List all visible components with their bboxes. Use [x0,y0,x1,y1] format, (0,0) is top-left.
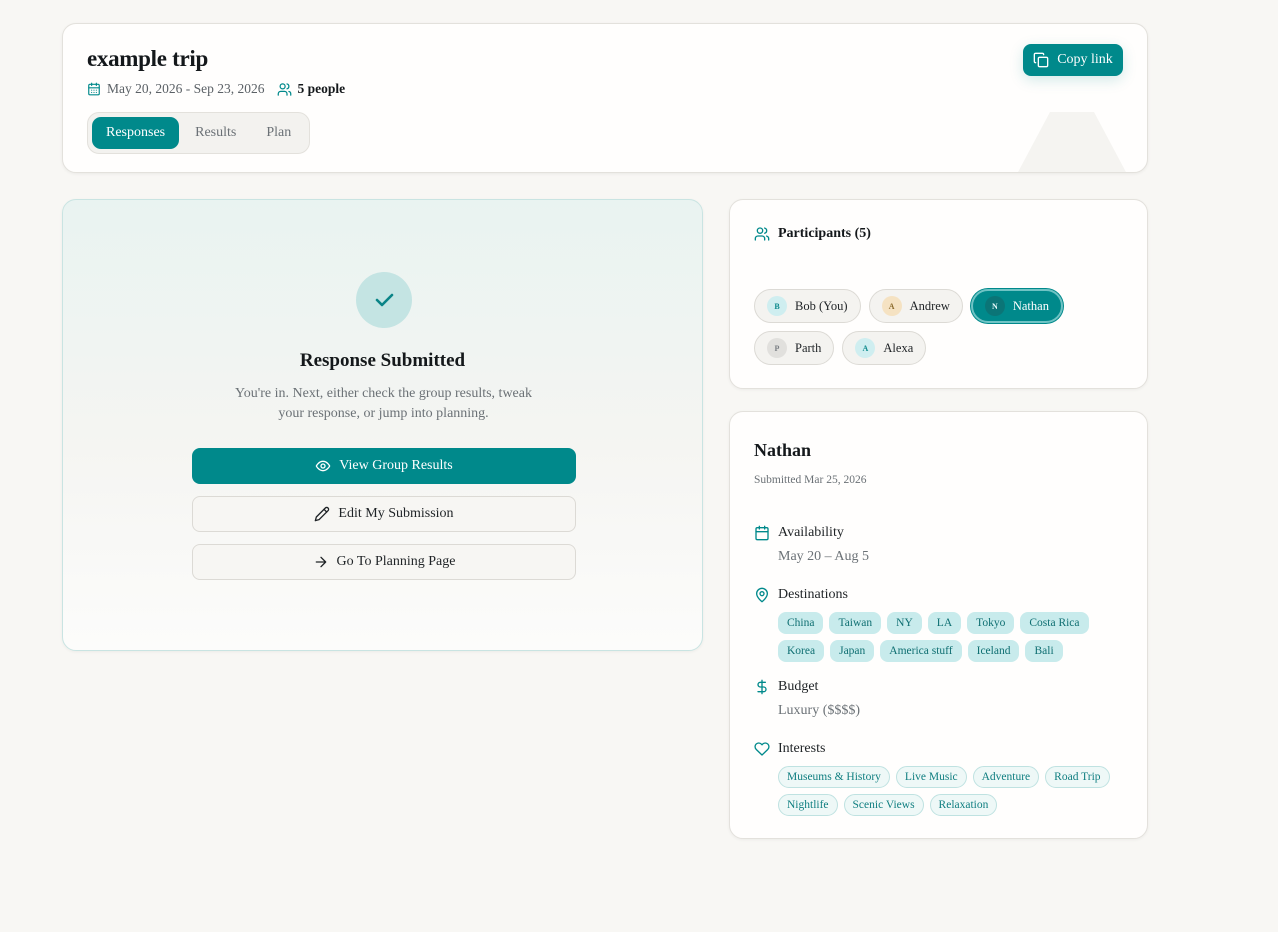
interest-tag: Road Trip [1045,766,1110,788]
budget-value: Luxury ($$$$) [778,703,861,718]
copy-icon [1033,52,1049,68]
participants-heading: Participants (5) [754,226,871,242]
participant-chip-bob[interactable]: B Bob (You) [754,289,861,323]
view-group-results-button[interactable]: View Group Results [192,448,576,484]
budget-label: Budget [778,679,819,694]
availability-label: Availability [778,525,844,540]
copy-link-button[interactable]: Copy link [1023,44,1123,76]
interest-tag: Nightlife [778,794,838,816]
trip-dates: May 20, 2026 - Sep 23, 2026 [107,81,265,96]
participant-name: Bob (You) [795,298,848,313]
people-count: 5 people [297,81,346,96]
go-to-planning-button[interactable]: Go To Planning Page [192,544,576,580]
calendar-icon [87,82,101,96]
interest-tag: Live Music [895,766,967,788]
pencil-icon [314,506,330,522]
calendar-icon [754,525,770,541]
tab-bar: Responses Results Plan [87,112,311,154]
budget-section: Budget Luxury ($$$$) [754,677,1134,719]
interest-tag: Museums & History [778,766,890,788]
destination-tag: Korea [778,640,825,662]
map-pin-icon [754,587,770,603]
participant-name: Alexa [883,340,914,355]
tab-plan[interactable]: Plan [252,117,305,149]
destination-tag: Iceland [967,640,1020,662]
destination-tag: LA [927,612,962,634]
destination-tag: America stuff [880,640,962,662]
interest-tag: Relaxation [929,794,998,816]
avatar: A [881,296,902,316]
participant-name: Nathan [1012,298,1049,313]
users-icon [277,82,292,97]
interest-tag: Adventure [972,766,1040,788]
edit-submission-button[interactable]: Edit My Submission [192,496,576,532]
participant-detail-card: Nathan Submitted Mar 25, 2026 Availabili… [729,411,1148,839]
participant-name: Parth [795,340,822,355]
go-to-planning-label: Go To Planning Page [336,554,456,569]
trip-title: example trip [87,46,208,71]
eye-icon [315,458,331,474]
destination-tags: China Taiwan NY LA Tokyo Costa Rica Kore… [778,612,1128,662]
participants-card: Participants (5) B Bob (You) A Andrew N … [729,199,1148,389]
heart-icon [754,741,770,757]
interest-tags: Museums & History Live Music Adventure R… [778,766,1128,816]
edit-submission-label: Edit My Submission [338,506,454,521]
users-icon [754,226,770,242]
destination-tag: Bali [1025,640,1063,662]
participant-chip-andrew[interactable]: A Andrew [868,289,963,323]
destination-tag: NY [887,612,922,634]
participants-heading-label: Participants (5) [778,226,871,241]
avatar: A [855,338,876,358]
decorative-shape [1017,112,1127,172]
tab-responses[interactable]: Responses [92,117,180,149]
view-results-label: View Group Results [339,458,453,473]
dollar-icon [754,679,770,695]
availability-value: May 20 – Aug 5 [778,549,869,564]
interest-tag: Scenic Views [843,794,924,816]
destinations-label: Destinations [778,587,848,602]
check-icon [372,288,396,312]
destination-tag: Costa Rica [1020,612,1089,634]
submission-description: You're in. Next, either check the group … [235,386,532,421]
check-badge [356,272,412,328]
person-name: Nathan [754,440,812,460]
participant-chip-nathan[interactable]: N Nathan [970,289,1063,323]
trip-header-card: example trip May 20, 2026 - Sep 23, 2026… [62,23,1148,173]
availability-section: Availability May 20 – Aug 5 [754,523,1134,565]
avatar: N [984,296,1005,316]
participant-chip-parth[interactable]: P Parth [754,331,835,365]
destination-tag: Taiwan [829,612,882,634]
destination-tag: China [778,612,824,634]
destinations-section: Destinations China Taiwan NY LA Tokyo Co… [754,585,1134,662]
participant-list: B Bob (You) A Andrew N Nathan P Parth A … [754,289,1134,365]
avatar: B [767,296,787,316]
interests-label: Interests [778,741,826,756]
arrow-right-icon [313,554,329,570]
submission-title: Response Submitted [299,350,466,371]
participant-chip-alexa[interactable]: A Alexa [842,331,927,365]
copy-link-label: Copy link [1057,52,1113,67]
participant-name: Andrew [909,298,950,313]
interests-section: Interests Museums & History Live Music A… [754,739,1134,816]
tab-results[interactable]: Results [181,117,250,149]
avatar: P [767,338,787,358]
destination-tag: Tokyo [967,612,1015,634]
submitted-date: Submitted Mar 25, 2026 [754,474,867,486]
trip-meta: May 20, 2026 - Sep 23, 2026 5 people [87,81,345,97]
destination-tag: Japan [830,640,875,662]
submission-card: Response Submitted You're in. Next, eith… [62,199,703,651]
